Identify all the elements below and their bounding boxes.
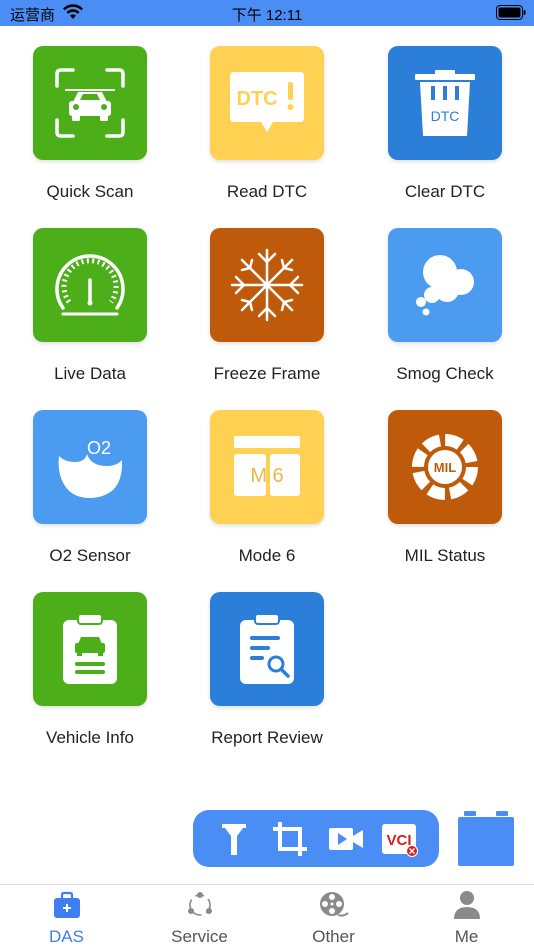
- tile-label: Quick Scan: [46, 182, 134, 201]
- tab-label: Other: [312, 927, 355, 946]
- battery-icon: [496, 5, 526, 25]
- tile-label: Mode 6: [238, 546, 296, 565]
- tile-label: Vehicle Info: [46, 728, 134, 747]
- film-reel-icon: [318, 889, 350, 921]
- tab-das[interactable]: DAS: [0, 885, 133, 950]
- tab-me[interactable]: Me: [400, 885, 533, 950]
- tile-label: Read DTC: [226, 182, 308, 201]
- dtc-message-icon: DTC: [210, 46, 324, 160]
- dtc-text: DTC: [236, 88, 277, 110]
- tile-label: Smog Check: [396, 364, 494, 383]
- mil-text: MIL: [434, 460, 456, 475]
- tab-other[interactable]: Other: [267, 885, 400, 950]
- tab-label: Service: [171, 927, 228, 946]
- trash-dtc-icon: DTC: [388, 46, 502, 160]
- tab-label: DAS: [49, 927, 84, 946]
- tile-label: O2 Sensor: [49, 546, 131, 565]
- crop-icon[interactable]: [270, 819, 310, 859]
- car-scan-icon: [33, 46, 147, 160]
- vci-icon[interactable]: VCI: [380, 819, 420, 859]
- vci-text: VCI: [386, 832, 411, 849]
- toolbox-icon: [51, 889, 83, 921]
- mode6-text: M 6: [250, 465, 283, 487]
- battery-box-icon[interactable]: [456, 810, 516, 868]
- smog-cloud-icon: [388, 228, 502, 342]
- share-nodes-icon: [184, 889, 216, 921]
- tile-label: MIL Status: [404, 546, 486, 565]
- report-search-icon: [210, 592, 324, 706]
- tab-label: Me: [454, 927, 479, 946]
- tile-label: Live Data: [54, 364, 126, 383]
- snowflake-icon: [210, 228, 324, 342]
- o2-text: O2: [87, 438, 111, 458]
- tile-label: Freeze Frame: [213, 364, 321, 383]
- mil-ring-icon: MIL: [388, 410, 502, 524]
- dtc-text: DTC: [431, 108, 460, 124]
- clipboard-car-icon: [33, 592, 147, 706]
- mode6-icon: M 6: [210, 410, 324, 524]
- status-bar: 运营商 下午 12:11: [0, 0, 534, 26]
- tile-label: Clear DTC: [404, 182, 486, 201]
- filter-icon[interactable]: [214, 819, 254, 859]
- clock: 下午 12:11: [231, 7, 303, 24]
- o2-drop-icon: O2: [33, 410, 147, 524]
- person-icon: [451, 889, 483, 921]
- quick-toolbar: VCI: [193, 810, 439, 867]
- tab-bar: DAS Service Other Me: [0, 884, 534, 950]
- video-icon[interactable]: [326, 819, 366, 859]
- tile-label: Report Review: [211, 728, 323, 747]
- tab-service[interactable]: Service: [133, 885, 266, 950]
- gauge-icon: [33, 228, 147, 342]
